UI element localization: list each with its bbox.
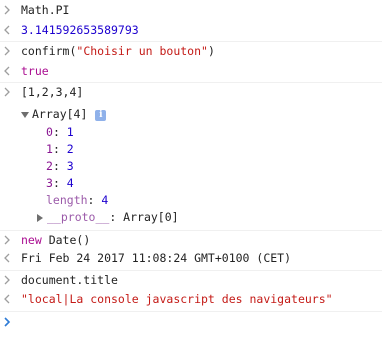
console-input-line: confirm("Choisir un bouton") xyxy=(0,41,382,58)
keyword-new: new xyxy=(21,233,42,247)
console-prompt[interactable] xyxy=(0,311,382,335)
info-icon[interactable]: i xyxy=(95,110,107,121)
chevron-right-icon xyxy=(3,85,17,99)
console-input-text[interactable]: Math.PI xyxy=(21,3,69,17)
array-item-key: 0 xyxy=(46,125,53,139)
console-input-line: [1,2,3,4] xyxy=(0,82,382,99)
length-value: 4 xyxy=(101,193,109,207)
chevron-left-icon xyxy=(3,292,17,306)
chevron-right-icon xyxy=(3,3,17,17)
array-item-key: 2 xyxy=(46,159,53,173)
console-input-text[interactable]: document.title xyxy=(21,273,118,287)
array-item-value: 4 xyxy=(66,176,74,190)
console-input-line: new Date() xyxy=(0,230,382,247)
chevron-left-icon xyxy=(3,251,17,265)
chevron-right-icon xyxy=(3,44,17,58)
array-item-key: 3 xyxy=(46,176,53,190)
length-key: length xyxy=(46,193,88,207)
array-item-key: 1 xyxy=(46,142,53,156)
console-result-number[interactable]: 3.141592653589793 xyxy=(21,23,139,37)
array-toggle[interactable]: Array[4] i xyxy=(21,107,107,122)
console-input-line: document.title xyxy=(0,270,382,287)
string-argument: "Choisir un bouton" xyxy=(76,44,208,58)
chevron-left-icon xyxy=(3,23,17,37)
array-item-value: 3 xyxy=(66,159,74,173)
triangle-right-icon[interactable] xyxy=(36,211,44,225)
input-rest: Date() xyxy=(41,233,91,247)
console-result-string[interactable]: "local|La console javascript des navigat… xyxy=(21,292,333,306)
console-result-date[interactable]: Fri Feb 24 2017 11:08:24 GMT+0100 (CET) xyxy=(21,251,291,265)
array-item-value: 2 xyxy=(66,142,74,156)
triangle-down-icon[interactable] xyxy=(21,108,29,122)
console-result-boolean[interactable]: true xyxy=(21,64,49,78)
closing-paren: ) xyxy=(207,44,215,58)
function-name: confirm( xyxy=(21,44,77,58)
console-input-text[interactable]: [1,2,3,4] xyxy=(21,85,83,99)
array-label: Array[4] xyxy=(32,107,88,121)
array-item-value: 1 xyxy=(66,125,74,139)
console-input-text[interactable]: confirm("Choisir un bouton") xyxy=(21,44,215,58)
chevron-right-icon xyxy=(3,233,17,247)
chevron-left-icon xyxy=(3,64,17,78)
chevron-right-icon xyxy=(3,273,17,287)
console-input-text[interactable]: new Date() xyxy=(21,233,90,247)
console-panel: Math.PI 3.141592653589793 confirm("Chois… xyxy=(0,0,382,350)
proto-key: __proto__ xyxy=(47,210,110,224)
prompt-chevron-icon xyxy=(3,315,17,329)
proto-value: Array[0] xyxy=(123,210,179,224)
